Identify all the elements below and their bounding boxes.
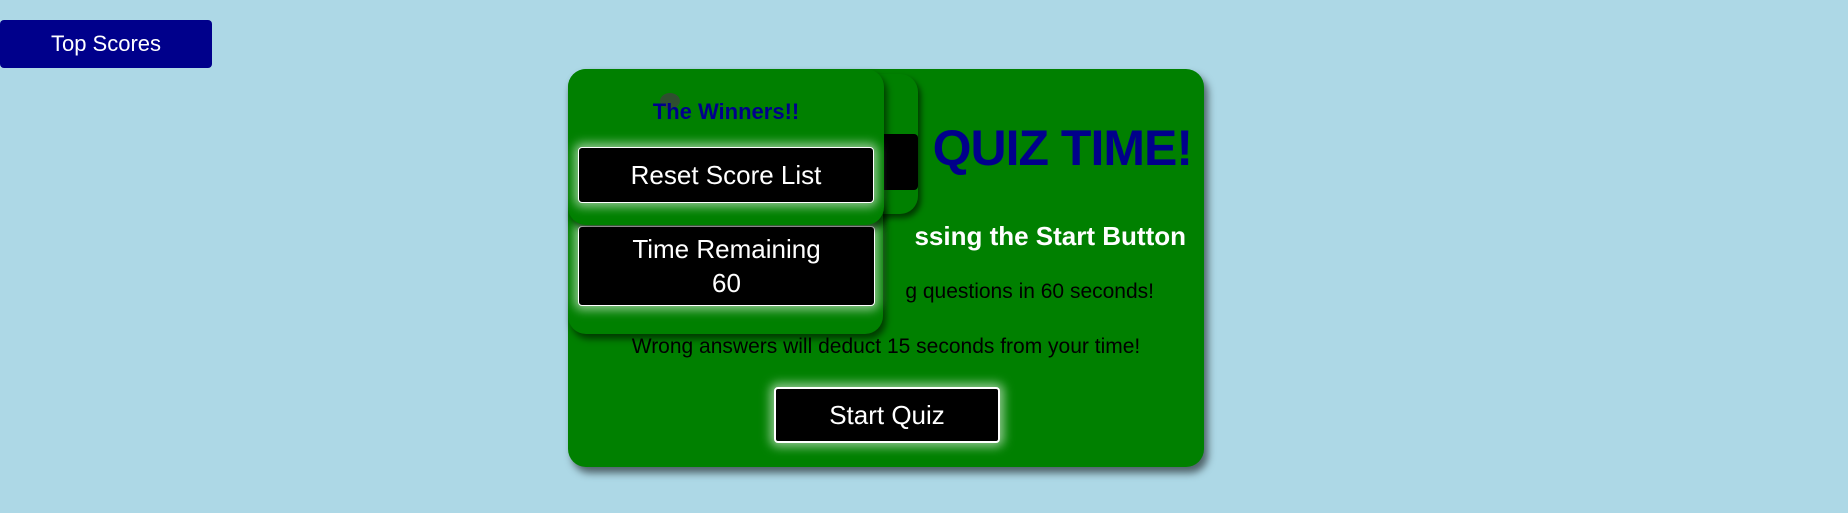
quiz-warning-text: Wrong answers will deduct 15 seconds fro…	[631, 335, 1141, 358]
timer-label: Time Remaining	[632, 234, 821, 264]
start-quiz-button[interactable]: Start Quiz	[774, 387, 1000, 443]
timer-display: Time Remaining 60	[578, 226, 875, 306]
quiz-info-text: g questions in 60 seconds!	[905, 280, 1154, 303]
winners-card: The Winners!! Reset Score List	[568, 69, 884, 225]
timer-value: 60	[712, 268, 741, 298]
quiz-subtitle: ssing the Start Button	[914, 221, 1186, 251]
winners-title: The Winners!!	[652, 99, 800, 124]
reset-score-list-button[interactable]: Reset Score List	[578, 147, 874, 203]
quiz-title: QUIZ TIME!	[932, 120, 1193, 176]
top-scores-button[interactable]: Top Scores	[0, 20, 212, 68]
